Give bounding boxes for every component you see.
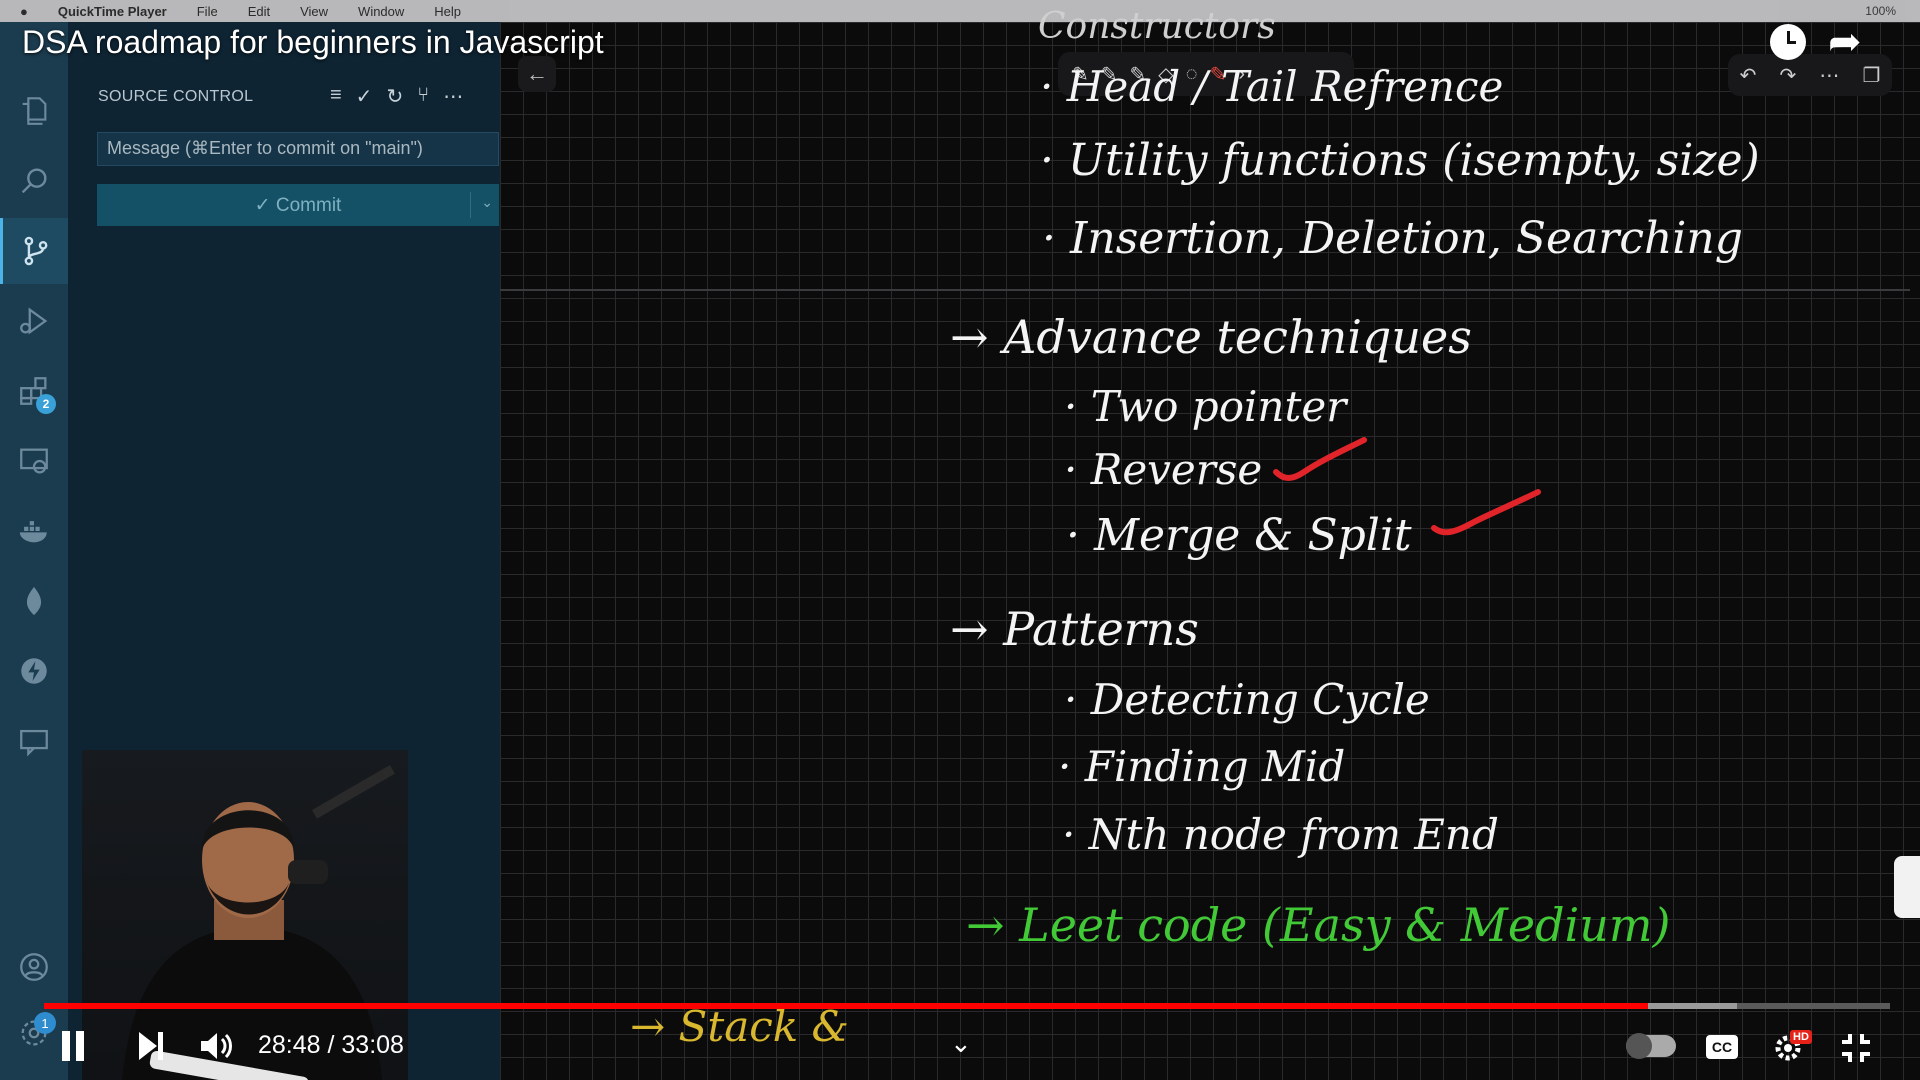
volume-icon[interactable] — [198, 1028, 234, 1064]
comments-icon[interactable] — [0, 708, 68, 774]
source-control-toolbar: ≡ ✓ ↻ ⑂ ⋯ — [330, 84, 463, 109]
more-options-icon[interactable]: ⋯ — [1819, 63, 1839, 88]
thunder-client-icon[interactable] — [0, 638, 68, 704]
line-head-tail: · Head / Tail Refrence — [1040, 62, 1504, 111]
commit-split-divider — [470, 192, 471, 218]
share-arrow-icon[interactable]: ➦ — [1828, 22, 1862, 62]
macos-menubar: ● QuickTime Player File Edit View Window… — [0, 0, 1920, 22]
remote-explorer-icon[interactable] — [0, 428, 68, 494]
menubar-item-file[interactable]: File — [197, 4, 218, 19]
account-icon[interactable] — [0, 934, 68, 1000]
menubar-status: 100% — [1865, 4, 1896, 18]
merge-checkmark — [1431, 489, 1541, 536]
video-title[interactable]: DSA roadmap for beginners in Javascript — [22, 24, 604, 61]
search-icon[interactable] — [0, 148, 68, 214]
refresh-icon[interactable]: ↻ — [386, 84, 403, 109]
line-nth: · Nth node from End — [1062, 810, 1499, 859]
run-debug-icon[interactable] — [0, 288, 68, 354]
line-insertion: · Insertion, Deletion, Searching — [1042, 213, 1743, 264]
line-detecting: · Detecting Cycle — [1064, 675, 1430, 724]
vscode-activity-bar: 2 — [0, 22, 68, 1080]
side-panel-handle[interactable] — [1894, 856, 1920, 918]
autoplay-toggle[interactable] — [1626, 1033, 1676, 1059]
board-right-toolbar: ↶ ↷ ⋯ ❐ — [1728, 54, 1892, 96]
source-control-header: SOURCE CONTROL — [98, 88, 254, 105]
progress-played — [44, 1003, 1649, 1009]
copy-pages-icon[interactable]: ❐ — [1862, 63, 1880, 88]
commit-label: ✓ Commit — [254, 194, 342, 216]
battery-label: 100% — [1865, 4, 1896, 18]
menubar-item-edit[interactable]: Edit — [248, 4, 270, 19]
captions-button[interactable]: CC — [1706, 1035, 1738, 1059]
video-top-actions: ➦ — [1770, 22, 1862, 62]
video-time-display: 28:48 / 33:08 — [258, 1031, 404, 1059]
apple-icon[interactable]: ● — [20, 4, 28, 19]
next-video-icon[interactable] — [136, 1028, 166, 1064]
menubar-item-window[interactable]: Window — [358, 4, 404, 19]
line-finding: · Finding Mid — [1058, 742, 1346, 791]
notification-badge: 1 — [34, 1012, 56, 1034]
line-utility: · Utility functions (isempty, size) — [1040, 135, 1760, 186]
back-arrow-icon[interactable]: ← — [518, 56, 556, 92]
menubar-item-help[interactable]: Help — [434, 4, 461, 19]
hd-badge: HD — [1790, 1030, 1812, 1044]
partial-heading: Constructors — [1038, 6, 1276, 47]
commit-message-input[interactable]: Message (⌘Enter to commit on "main") — [97, 132, 499, 166]
view-as-tree-icon[interactable]: ≡ — [330, 84, 342, 109]
line-two-pointer: · Two pointer — [1064, 382, 1347, 431]
video-progress-bar[interactable] — [44, 1003, 1890, 1009]
extensions-badge: 2 — [36, 394, 56, 414]
commit-button[interactable]: ✓ Commit ⌄ — [97, 184, 499, 226]
graph-icon[interactable]: ⑂ — [417, 84, 429, 109]
line-advance: → Advance techniques — [950, 310, 1472, 364]
source-control-icon[interactable] — [0, 218, 68, 284]
watch-later-clock-icon[interactable] — [1770, 24, 1806, 60]
undo-icon[interactable]: ↶ — [1740, 63, 1757, 88]
reverse-checkmark — [1273, 437, 1367, 481]
mongodb-icon[interactable] — [0, 568, 68, 634]
whiteboard-divider — [500, 289, 1910, 291]
chevron-down-icon[interactable]: ⌄ — [481, 194, 493, 211]
chapters-chevron-down-icon[interactable]: ⌄ — [950, 1028, 972, 1059]
docker-icon[interactable] — [0, 498, 68, 564]
line-stack: → Stack & — [630, 1002, 849, 1051]
explorer-icon[interactable] — [0, 78, 68, 144]
more-actions-icon[interactable]: ⋯ — [443, 84, 463, 109]
menubar-item-view[interactable]: View — [300, 4, 328, 19]
exit-fullscreen-icon[interactable] — [1840, 1032, 1872, 1064]
redo-icon[interactable]: ↷ — [1779, 63, 1796, 88]
line-leetcode: → Leet code (Easy & Medium) — [966, 898, 1671, 952]
pause-icon[interactable] — [58, 1028, 88, 1064]
extensions-icon[interactable]: 2 — [0, 358, 68, 424]
menubar-app-name[interactable]: QuickTime Player — [58, 4, 167, 19]
line-patterns: → Patterns — [950, 602, 1199, 656]
line-reverse: · Reverse — [1064, 445, 1263, 494]
line-merge: · Merge & Split — [1066, 510, 1412, 561]
commit-check-icon[interactable]: ✓ — [356, 84, 373, 109]
